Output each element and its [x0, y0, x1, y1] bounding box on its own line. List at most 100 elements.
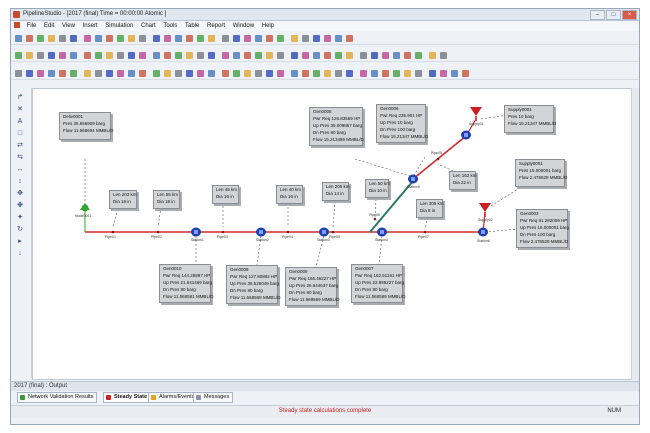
menu-edit[interactable]: Edit	[41, 21, 57, 31]
toolbar-button-icon[interactable]	[382, 52, 389, 59]
pipe-marker[interactable]	[286, 230, 290, 234]
toolbar-button-icon[interactable]	[117, 35, 124, 42]
toolbar-button-icon[interactable]	[346, 52, 353, 59]
document-icon[interactable]	[14, 22, 20, 29]
tab-network-validation[interactable]: Network Validation Results	[17, 392, 98, 403]
toolbar-button-icon[interactable]	[95, 35, 102, 42]
toolbar-button-icon[interactable]	[106, 52, 113, 59]
toolbar-button-icon[interactable]	[244, 70, 251, 77]
menu-simulation[interactable]: Simulation	[102, 21, 136, 31]
pipe-marker[interactable]	[156, 230, 160, 234]
close-icon[interactable]: ×	[622, 10, 637, 20]
station-info-box[interactable]: Gen0003 Pwr Req 91.282009 HP Up Pres 15.…	[516, 209, 569, 248]
toolbar-button-icon[interactable]	[415, 52, 422, 59]
pipe-marker[interactable]	[111, 230, 115, 234]
toolbar-button-icon[interactable]	[26, 35, 33, 42]
toolbar-button-icon[interactable]	[291, 70, 298, 77]
toolbar-button-icon[interactable]	[429, 70, 436, 77]
toolbar-button-icon[interactable]	[197, 35, 204, 42]
drawing-tool-icon[interactable]: ⇄	[14, 142, 26, 150]
station-info-box[interactable]: Gen0005 Pwr Req 126.83569 HP Up Pres 35.…	[309, 107, 364, 146]
toolbar-button-icon[interactable]	[302, 70, 309, 77]
compressor-station-icon[interactable]	[256, 227, 266, 237]
toolbar-button-icon[interactable]	[59, 70, 66, 77]
toolbar-button-icon[interactable]	[164, 70, 171, 77]
toolbar-button-icon[interactable]	[266, 52, 273, 59]
station-info-box[interactable]: Gen0006 Pwr Req 235.901 HP Up Pres 10 ba…	[376, 104, 428, 143]
toolbar-button-icon[interactable]	[233, 52, 240, 59]
toolbar-button-icon[interactable]	[346, 70, 353, 77]
toolbar-button-icon[interactable]	[164, 35, 171, 42]
pipe-info-box[interactable]: Len 40 km Dia 16 in	[276, 185, 303, 204]
toolbar-button-icon[interactable]	[324, 70, 331, 77]
toolbar-button-icon[interactable]	[255, 52, 262, 59]
toolbar-button-icon[interactable]	[222, 52, 229, 59]
vertical-scrollbar[interactable]	[631, 88, 639, 380]
toolbar-button-icon[interactable]	[371, 52, 378, 59]
toolbar-button-icon[interactable]	[335, 52, 342, 59]
drawing-tool-icon[interactable]: A	[14, 118, 26, 126]
pipe-marker[interactable]	[221, 230, 225, 234]
pipe-marker[interactable]	[373, 217, 377, 221]
toolbar-button-icon[interactable]	[117, 70, 124, 77]
toolbar-button-icon[interactable]	[84, 70, 91, 77]
toolbar-button-icon[interactable]	[106, 35, 113, 42]
network-canvas[interactable]: Node0001 Pipe01 Pipe02 Station1 Pipe03 S…	[32, 88, 634, 380]
toolbar-button-icon[interactable]	[26, 70, 33, 77]
drawing-tool-icon[interactable]: □	[14, 130, 26, 138]
pipe-marker[interactable]	[436, 157, 440, 161]
toolbar-button-icon[interactable]	[360, 70, 367, 77]
menu-report[interactable]: Report	[204, 21, 228, 31]
pipe-info-box[interactable]: Len 162 km Dia 22 in	[449, 171, 477, 190]
toolbar-button-icon[interactable]	[153, 35, 160, 42]
toolbar-button-icon[interactable]	[208, 52, 215, 59]
toolbar-button-icon[interactable]	[128, 35, 135, 42]
tab-messages[interactable]: Messages	[193, 392, 234, 403]
toolbar-button-icon[interactable]	[48, 35, 55, 42]
drawing-tool-icon[interactable]: ✕	[14, 106, 26, 114]
drawing-tool-icon[interactable]: ↱	[14, 94, 26, 102]
station-info-box[interactable]: Gen0008 Pwr Req 127.80882 HP Up Pres 35.…	[226, 265, 280, 304]
toolbar-button-icon[interactable]	[70, 52, 77, 59]
toolbar-button-icon[interactable]	[95, 70, 102, 77]
pipe-info-box[interactable]: Len 205 km Dia 14 in	[322, 182, 350, 201]
toolbar-button-icon[interactable]	[139, 35, 146, 42]
supply-node-icon[interactable]	[479, 203, 491, 217]
toolbar-button-icon[interactable]	[70, 70, 77, 77]
toolbar-button-icon[interactable]	[266, 70, 273, 77]
toolbar-button-icon[interactable]	[59, 35, 66, 42]
toolbar-button-icon[interactable]	[393, 70, 400, 77]
toolbar-button-icon[interactable]	[153, 52, 160, 59]
toolbar-button-icon[interactable]	[128, 52, 135, 59]
toolbar-button-icon[interactable]	[186, 70, 193, 77]
toolbar-button-icon[interactable]	[15, 35, 22, 42]
toolbar-button-icon[interactable]	[95, 52, 102, 59]
delivery-node-icon[interactable]	[81, 204, 89, 212]
pipe-marker[interactable]	[331, 230, 335, 234]
toolbar-button-icon[interactable]	[302, 52, 309, 59]
menu-table[interactable]: Table	[182, 21, 202, 31]
compressor-station-icon[interactable]	[461, 130, 471, 140]
toolbar-button-icon[interactable]	[222, 70, 229, 77]
toolbar-button-icon[interactable]	[266, 35, 273, 42]
toolbar-button-icon[interactable]	[15, 70, 22, 77]
toolbar-button-icon[interactable]	[153, 70, 160, 77]
toolbar-button-icon[interactable]	[324, 52, 331, 59]
menu-chart[interactable]: Chart	[138, 21, 159, 31]
toolbar-button-icon[interactable]	[128, 70, 135, 77]
toolbar-button-icon[interactable]	[15, 52, 22, 59]
drawing-tool-icon[interactable]: ✤	[14, 202, 26, 210]
toolbar-button-icon[interactable]	[84, 52, 91, 59]
toolbar-button-icon[interactable]	[429, 52, 436, 59]
pipe-info-box[interactable]: Len 45 km Dia 16 in	[212, 185, 239, 204]
toolbar-button-icon[interactable]	[462, 70, 469, 77]
drawing-tool-icon[interactable]: ✥	[14, 190, 26, 198]
toolbar-button-icon[interactable]	[324, 35, 331, 42]
station-info-box[interactable]: Gen0009 Pwr Req 166.46227 HP Up Pres 26.…	[285, 267, 339, 306]
toolbar-button-icon[interactable]	[106, 70, 113, 77]
menu-file[interactable]: File	[24, 21, 40, 31]
toolbar-button-icon[interactable]	[48, 52, 55, 59]
pipe-info-box[interactable]: Len 203 km Dia 18 in	[109, 190, 137, 209]
toolbar-button-icon[interactable]	[84, 35, 91, 42]
toolbar-button-icon[interactable]	[302, 35, 309, 42]
